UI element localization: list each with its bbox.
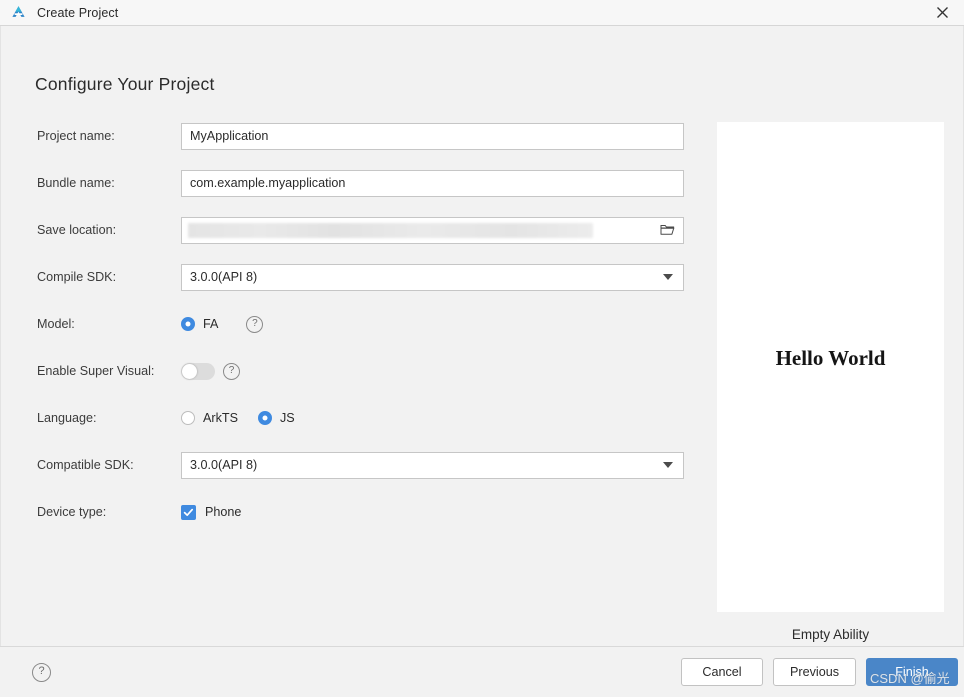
language-option-arkts[interactable]: ArkTS [181, 411, 238, 425]
form-row-save-location: Save location: [37, 216, 687, 244]
preview-screen-text: Hello World [775, 346, 886, 370]
finish-button[interactable]: Finish [866, 658, 958, 686]
model-radio-group: FA [181, 317, 238, 331]
form-row-bundle-name: Bundle name: com.example.myapplication [37, 169, 687, 197]
project-name-label: Project name: [37, 129, 115, 143]
bundle-name-label: Bundle name: [37, 176, 115, 190]
phone-preview-canvas: Hello World [717, 122, 944, 612]
cancel-button[interactable]: Cancel [681, 658, 763, 686]
compatible-sdk-select[interactable]: 3.0.0(API 8) [181, 451, 684, 479]
form-row-device-type: Device type: Phone [37, 498, 687, 526]
page-title: Configure Your Project [35, 74, 215, 94]
preview-caption: Empty Ability [791, 627, 870, 642]
language-option-js[interactable]: JS [257, 411, 295, 425]
form-row-language: Language: ArkTS JS [37, 404, 687, 432]
save-location-input[interactable] [181, 216, 684, 244]
compatible-sdk-label: Compatible SDK: [37, 458, 134, 472]
language-label: Language: [37, 411, 97, 425]
bundle-name-input[interactable]: com.example.myapplication [181, 169, 684, 197]
footer-button-group: Cancel Previous Finish [681, 658, 964, 686]
language-radio-group: ArkTS JS [181, 411, 315, 425]
model-label: Model: [37, 317, 75, 331]
language-option-arkts-label: ArkTS [203, 411, 238, 425]
compile-sdk-label: Compile SDK: [37, 270, 117, 284]
super-visual-toggle[interactable] [181, 362, 215, 380]
compile-sdk-select[interactable]: 3.0.0(API 8) [181, 263, 684, 291]
deveco-logo-icon [10, 4, 27, 21]
chevron-down-icon[interactable] [663, 462, 673, 468]
redacted-path-value [188, 222, 593, 238]
help-circle-icon[interactable]: ? [246, 315, 264, 333]
dialog-footer: ? Cancel Previous Finish [0, 646, 964, 697]
title-bar: Create Project [0, 0, 964, 26]
device-type-option-phone[interactable]: Phone [181, 504, 242, 520]
checkbox-icon-phone[interactable] [181, 504, 196, 520]
radio-icon-fa[interactable] [181, 317, 195, 331]
model-option-fa[interactable]: FA [181, 317, 218, 331]
dialog-body: Configure Your Project Project name: MyA… [0, 26, 964, 647]
help-circle-icon[interactable]: ? [223, 362, 240, 380]
project-config-form: Project name: MyApplication Bundle name:… [37, 122, 687, 545]
close-icon[interactable] [920, 0, 964, 25]
form-row-super-visual: Enable Super Visual: ? [37, 357, 687, 385]
language-option-js-label: JS [279, 411, 295, 425]
toggle-knob-icon [182, 363, 197, 379]
form-row-model: Model: FA ? [37, 310, 687, 338]
project-name-input[interactable]: MyApplication [181, 122, 684, 150]
form-row-compile-sdk: Compile SDK: 3.0.0(API 8) [37, 263, 687, 291]
compatible-sdk-value: 3.0.0(API 8) [190, 458, 258, 472]
model-option-fa-label: FA [203, 317, 219, 331]
radio-icon-arkts[interactable] [181, 411, 195, 425]
radio-icon-js[interactable] [257, 411, 272, 425]
device-type-label: Device type: [37, 505, 107, 519]
compile-sdk-value: 3.0.0(API 8) [190, 270, 258, 284]
device-type-option-phone-label: Phone [205, 505, 242, 519]
form-row-compatible-sdk: Compatible SDK: 3.0.0(API 8) [37, 451, 687, 479]
super-visual-label: Enable Super Visual: [37, 364, 155, 378]
window-title: Create Project [37, 5, 119, 20]
template-preview: Hello World Empty Ability [717, 122, 944, 642]
save-location-label: Save location: [37, 223, 117, 237]
help-circle-icon[interactable]: ? [32, 662, 51, 682]
form-row-project-name: Project name: MyApplication [37, 122, 687, 150]
previous-button[interactable]: Previous [773, 658, 856, 686]
folder-open-icon[interactable] [660, 223, 675, 237]
chevron-down-icon[interactable] [663, 274, 673, 280]
